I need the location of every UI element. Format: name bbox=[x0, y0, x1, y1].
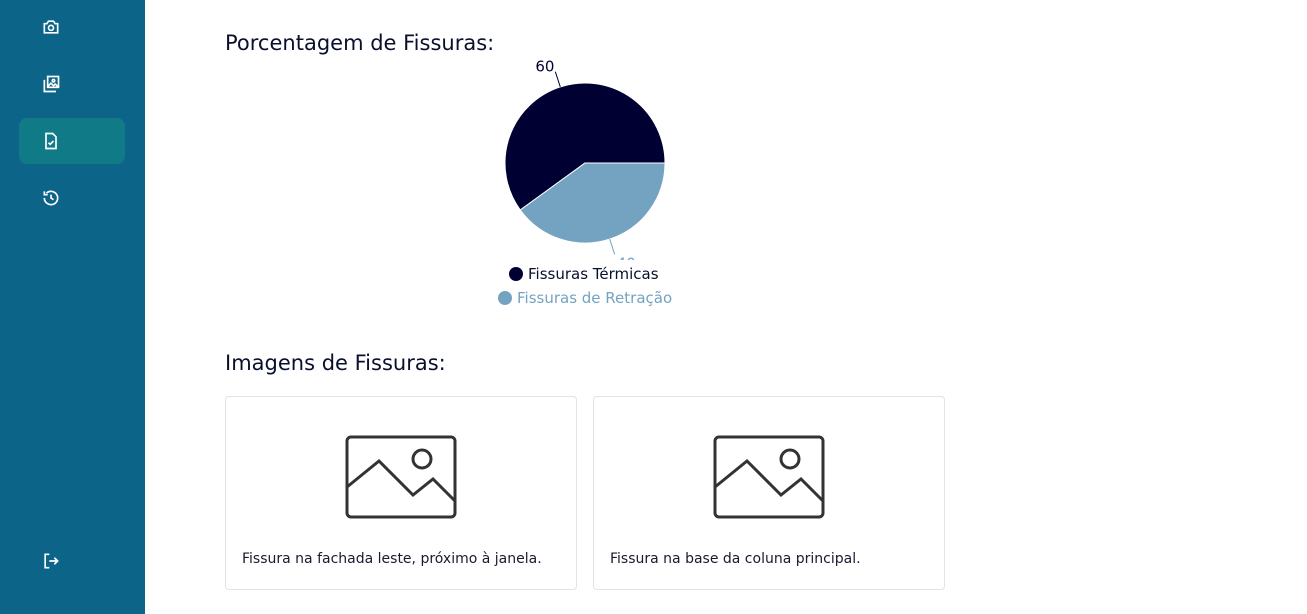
nav-reports[interactable] bbox=[19, 118, 125, 164]
logout-button[interactable] bbox=[19, 538, 125, 584]
image-card[interactable]: Fissura na base da coluna principal. bbox=[593, 396, 945, 590]
pie-chart: 60 40 bbox=[504, 58, 666, 260]
pie-data-label: 60 bbox=[535, 58, 554, 76]
history-icon bbox=[43, 190, 59, 206]
legend-item-0[interactable]: Fissuras Térmicas bbox=[509, 265, 659, 283]
nav-camera[interactable] bbox=[19, 4, 125, 50]
sidebar bbox=[0, 0, 145, 614]
image-card[interactable]: Fissura na fachada leste, próximo à jane… bbox=[225, 396, 577, 590]
legend-dot bbox=[498, 291, 512, 305]
image-placeholder-icon bbox=[345, 435, 457, 519]
image-placeholder-icon bbox=[713, 435, 825, 519]
image-caption: Fissura na fachada leste, próximo à jane… bbox=[242, 551, 542, 567]
chart-title: Porcentagem de Fissuras: bbox=[225, 31, 495, 55]
image-caption: Fissura na base da coluna principal. bbox=[610, 551, 861, 567]
legend-item-1[interactable]: Fissuras de Retração bbox=[498, 289, 672, 307]
legend-label: Fissuras Térmicas bbox=[528, 265, 659, 283]
logout-icon bbox=[44, 553, 59, 569]
legend-label: Fissuras de Retração bbox=[517, 289, 673, 307]
pie-data-label: 40 bbox=[617, 254, 636, 260]
nav-gallery[interactable] bbox=[19, 61, 125, 107]
pie-label-line bbox=[554, 71, 561, 88]
camera-icon bbox=[43, 20, 59, 34]
gallery-icon bbox=[43, 75, 60, 93]
nav-history[interactable] bbox=[19, 175, 125, 221]
file-check-icon bbox=[45, 132, 57, 150]
images-title: Imagens de Fissuras: bbox=[225, 351, 446, 375]
legend-dot bbox=[509, 267, 523, 281]
pie-label-line bbox=[609, 238, 616, 255]
